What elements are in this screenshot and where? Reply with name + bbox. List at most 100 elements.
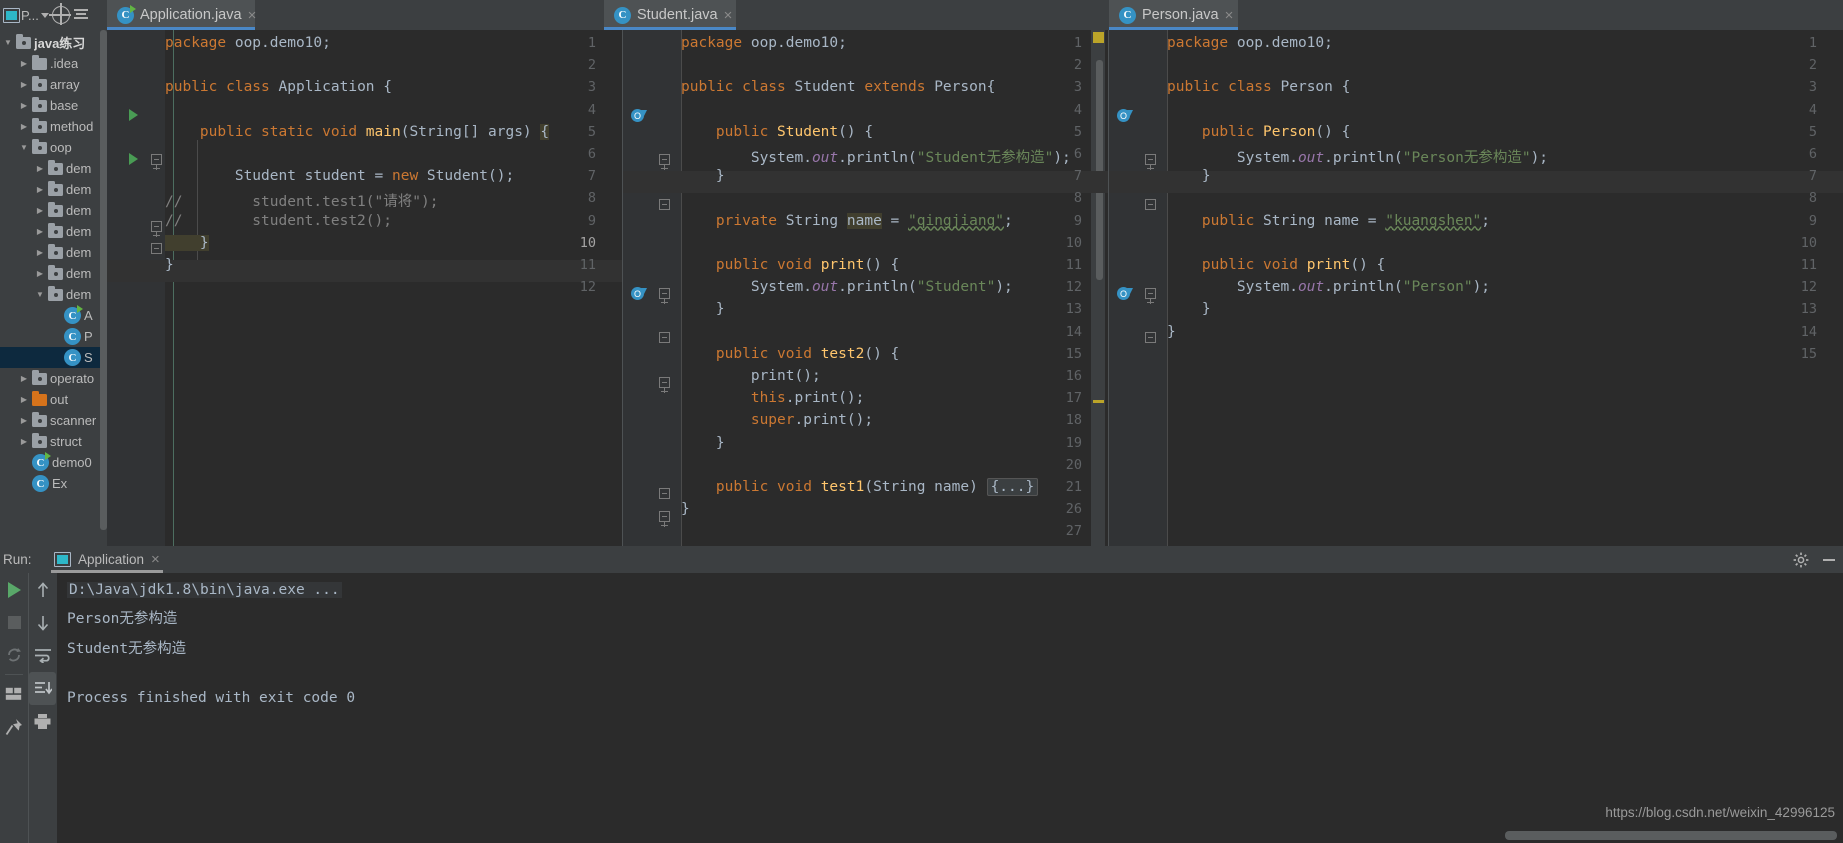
code-line[interactable]: public class Application { <box>165 79 392 95</box>
fold-marker[interactable] <box>151 154 162 170</box>
print-button[interactable] <box>29 705 56 738</box>
code-line[interactable] <box>681 235 690 251</box>
chevron-right-icon[interactable]: ▶ <box>35 227 45 236</box>
tab-student-java[interactable]: C Student.java × <box>604 0 736 30</box>
tree-item-21[interactable]: C Ex <box>0 473 107 494</box>
chevron-right-icon[interactable]: ▶ <box>19 101 29 110</box>
code-line[interactable]: System.out.println("Person无参构造"); <box>1167 146 1548 167</box>
fold-marker[interactable] <box>151 243 162 254</box>
tree-item-7[interactable]: ▶ dem <box>0 179 107 200</box>
code-line[interactable]: package oop.demo10; <box>1167 35 1333 51</box>
fold-marker[interactable] <box>1145 199 1156 210</box>
tree-item-6[interactable]: ▶ dem <box>0 158 107 179</box>
code-line[interactable]: public void print() { <box>1167 257 1385 273</box>
tree-scrollbar[interactable] <box>100 30 107 530</box>
code-line[interactable]: package oop.demo10; <box>165 35 331 51</box>
tree-item-12[interactable]: ▼ dem <box>0 284 107 305</box>
soft-wrap-button[interactable] <box>29 639 56 672</box>
tree-item-3[interactable]: ▶ base <box>0 95 107 116</box>
code-line[interactable] <box>165 102 174 118</box>
gutter[interactable] <box>1109 30 1167 546</box>
tab-close-icon[interactable]: × <box>724 8 733 23</box>
tab-application-java[interactable]: C Application.java × <box>107 0 257 30</box>
tree-item-16[interactable]: ▶ operato <box>0 368 107 389</box>
fold-marker[interactable] <box>659 511 670 527</box>
code-line[interactable] <box>1167 346 1176 362</box>
code-line[interactable]: } <box>1167 168 1211 184</box>
fold-marker[interactable] <box>659 199 670 210</box>
code-line[interactable] <box>681 190 690 206</box>
chevron-right-icon[interactable]: ▶ <box>19 59 29 68</box>
code-line[interactable]: } <box>681 301 725 317</box>
fold-marker[interactable] <box>1145 288 1156 304</box>
gutter[interactable] <box>107 30 165 546</box>
chevron-right-icon[interactable]: ▶ <box>19 395 29 404</box>
locate-target-icon[interactable] <box>48 3 71 25</box>
fold-marker[interactable] <box>1145 332 1156 343</box>
chevron-right-icon[interactable]: ▶ <box>35 269 45 278</box>
code-line[interactable]: System.out.println("Person"); <box>1167 279 1490 295</box>
scroll-to-end-button[interactable] <box>29 672 56 705</box>
tree-item-20[interactable]: Cdemo0 <box>0 452 107 473</box>
fold-marker[interactable] <box>151 221 162 237</box>
code-line[interactable]: private String name = "qingjiang"; <box>681 212 1013 229</box>
run-tab-close-icon[interactable]: × <box>151 552 160 567</box>
code-line[interactable]: super.print(); <box>681 412 873 428</box>
tab-person-java[interactable]: C Person.java × <box>1109 0 1238 30</box>
chevron-right-icon[interactable]: ▶ <box>19 416 29 425</box>
code-line[interactable]: } <box>1167 301 1211 317</box>
code-line[interactable]: public String name = "kuangshen"; <box>1167 213 1490 229</box>
tree-item-9[interactable]: ▶ dem <box>0 221 107 242</box>
code-line[interactable]: } <box>681 168 725 184</box>
tree-item-15[interactable]: CS <box>0 347 107 368</box>
chevron-right-icon[interactable]: ▶ <box>19 374 29 383</box>
up-stack-button[interactable] <box>29 573 56 606</box>
tree-item-4[interactable]: ▶ method <box>0 116 107 137</box>
console-horizontal-scrollbar[interactable] <box>1505 831 1837 840</box>
code-line[interactable]: print(); <box>681 368 821 384</box>
code-line[interactable]: public class Student extends Person{ <box>681 79 995 95</box>
code-line[interactable] <box>681 523 690 539</box>
code-line[interactable] <box>165 279 174 295</box>
overridden-method-icon[interactable]: O <box>1117 109 1133 122</box>
gutter[interactable] <box>623 30 681 546</box>
overridden-method-icon[interactable]: O <box>631 287 647 300</box>
code-line[interactable] <box>681 457 690 473</box>
project-tree[interactable]: ▼ java练习 ▶ .idea ▶ array ▶ base ▶ method ▼ oop ▶ dem ▶… <box>0 30 107 546</box>
fold-marker[interactable] <box>659 154 670 170</box>
tree-item-14[interactable]: CP <box>0 326 107 347</box>
editor-application-java[interactable]: 1 2 3 4 5 6 7 8 9 10 11 12 package oop.demo10; publ… <box>107 30 622 546</box>
code-line[interactable]: public Person() { <box>1167 124 1350 140</box>
code-content[interactable]: package oop.demo10; public class Person … <box>1167 30 1843 546</box>
fold-marker[interactable] <box>659 288 670 304</box>
code-line[interactable]: } <box>681 435 725 451</box>
tree-item-1[interactable]: ▶ .idea <box>0 53 107 74</box>
run-actions-toolbar[interactable] <box>0 573 28 843</box>
chevron-down-icon[interactable]: ▼ <box>19 143 29 152</box>
code-line[interactable]: System.out.println("Student无参构造"); <box>681 146 1071 167</box>
code-line[interactable]: } <box>165 257 174 273</box>
tab-close-icon[interactable]: × <box>248 8 257 23</box>
code-line[interactable] <box>681 57 690 73</box>
chevron-right-icon[interactable]: ▶ <box>35 164 45 173</box>
editor-student-java[interactable]: O O 1 2 3 4 5 6 7 8 9 10 11 12 13 14 15 16 17 18 19 20 21 26 2… <box>623 30 1108 546</box>
code-line[interactable]: public class Person { <box>1167 79 1350 95</box>
tree-item-13[interactable]: CA <box>0 305 107 326</box>
code-content[interactable]: package oop.demo10; public class Student… <box>681 30 1108 546</box>
code-line[interactable]: // student.test2(); <box>165 213 392 229</box>
code-content[interactable]: package oop.demo10; public class Applica… <box>165 30 622 546</box>
project-view-button[interactable]: P... <box>3 7 49 23</box>
chevron-right-icon[interactable]: ▶ <box>35 185 45 194</box>
tree-item-8[interactable]: ▶ dem <box>0 200 107 221</box>
fold-marker[interactable] <box>659 377 670 393</box>
code-line[interactable]: Student student = new Student(); <box>165 168 514 184</box>
chevron-right-icon[interactable]: ▶ <box>35 206 45 215</box>
console-output[interactable]: D:\Java\jdk1.8\bin\java.exe ... Person无参… <box>57 573 1843 843</box>
code-line[interactable]: } <box>1167 324 1176 340</box>
tree-item-10[interactable]: ▶ dem <box>0 242 107 263</box>
code-line[interactable]: public void print() { <box>681 257 899 273</box>
run-gutter-icon[interactable] <box>129 153 138 165</box>
fold-marker[interactable] <box>659 332 670 343</box>
layout-button[interactable] <box>0 677 28 710</box>
chevron-down-icon[interactable]: ▼ <box>3 38 13 47</box>
